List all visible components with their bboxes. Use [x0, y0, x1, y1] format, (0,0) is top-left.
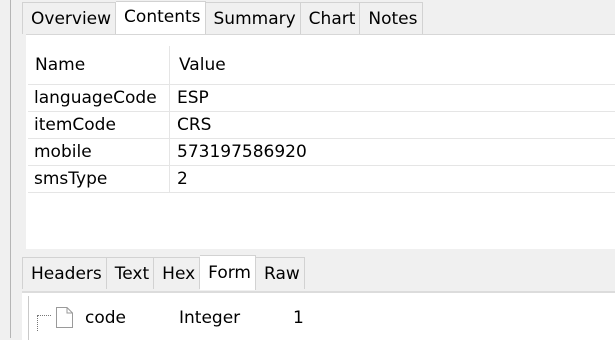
table-row[interactable]: itemCode CRS: [28, 112, 615, 139]
bottom-tab-bar: Headers Text Hex Form Raw: [22, 253, 305, 290]
cell-name: smsType: [28, 166, 170, 192]
top-tab-bar: Overview Contents Summary Chart Notes: [22, 0, 423, 35]
document-icon: [56, 307, 73, 328]
tab-chart[interactable]: Chart: [300, 2, 361, 34]
cell-value: ESP: [177, 88, 209, 108]
tree-connector: [37, 305, 51, 331]
tab-overview[interactable]: Overview: [22, 2, 117, 34]
tab-contents[interactable]: Contents: [116, 1, 206, 35]
cell-value: 573197586920: [177, 142, 307, 162]
cell-name: mobile: [28, 139, 170, 165]
left-panel-edge: [0, 0, 22, 338]
tree-row[interactable]: code Integer 1: [22, 305, 615, 331]
contents-panel: Name Value languageCode ESP itemCode CRS…: [26, 34, 615, 249]
table-row[interactable]: smsType 2: [28, 166, 615, 193]
form-field-name: code: [85, 308, 126, 328]
form-field-type: Integer: [179, 308, 241, 328]
tab-notes[interactable]: Notes: [360, 2, 423, 34]
table-row[interactable]: languageCode ESP: [28, 85, 615, 112]
cell-name: languageCode: [28, 85, 170, 111]
cell-value: CRS: [177, 115, 212, 135]
column-header-name[interactable]: Name: [28, 46, 170, 84]
tab-text[interactable]: Text: [106, 257, 155, 289]
tab-form[interactable]: Form: [200, 255, 256, 290]
cell-name: itemCode: [28, 112, 170, 138]
tab-headers[interactable]: Headers: [22, 257, 107, 289]
table-header: Name Value: [28, 46, 615, 85]
tab-hex[interactable]: Hex: [154, 257, 201, 289]
table-row[interactable]: mobile 573197586920: [28, 139, 615, 166]
form-panel: code Integer 1: [22, 291, 615, 340]
form-field-value: 1: [293, 308, 304, 328]
tab-summary[interactable]: Summary: [205, 2, 301, 34]
tab-raw[interactable]: Raw: [256, 257, 305, 289]
cell-value: 2: [177, 169, 188, 189]
column-header-value[interactable]: Value: [170, 46, 226, 84]
contents-table: Name Value languageCode ESP itemCode CRS…: [28, 46, 615, 193]
